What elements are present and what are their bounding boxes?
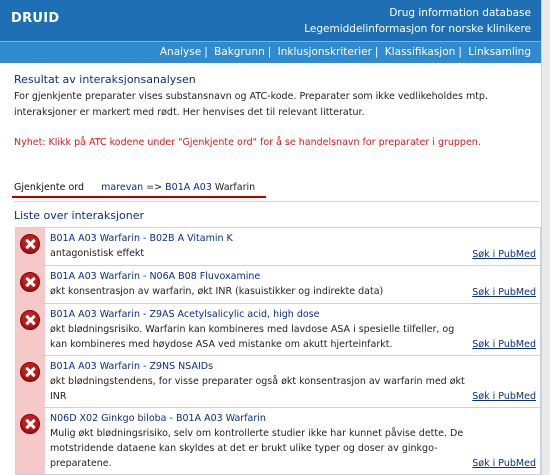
error-x-circle-icon xyxy=(20,272,40,292)
interaction-item: B01A A03 Warfarin - Z9AS Acetylsalicylic… xyxy=(15,304,541,356)
nav-separator: | xyxy=(204,46,208,58)
recognized-underline xyxy=(12,196,266,198)
intro-text: For gjenkjente preparater vises substans… xyxy=(14,91,488,118)
interaction-description: økt konsentrasjon av warfarin, økt INR (… xyxy=(50,286,384,297)
interaction-list: B01A A03 Warfarin - B02B A Vitamin K ant… xyxy=(15,227,541,475)
header-title-no: Legemiddelinformasjon for norske klinike… xyxy=(304,23,531,35)
interaction-header: B01A A03 Warfarin - B02B A Vitamin K xyxy=(50,233,233,244)
interaction-description: økt blødningstendens, for visse preparat… xyxy=(50,376,465,402)
error-x-circle-icon xyxy=(20,234,40,254)
header-title-en: Drug information database xyxy=(389,7,531,19)
news-notice: Nyhet: Klikk på ATC kodene under "Gjenkj… xyxy=(14,137,481,148)
error-x-circle-icon xyxy=(20,362,40,382)
nav-inklusjonskriterier[interactable]: Inklusjonskriterier xyxy=(278,46,372,58)
nav-separator: | xyxy=(267,46,272,58)
atc-code-link[interactable]: B01A A03 xyxy=(165,182,212,193)
druid-logo[interactable]: DRUID xyxy=(11,11,60,26)
severity-strip xyxy=(16,228,45,265)
interaction-description: antagonistisk effekt xyxy=(50,248,145,259)
error-x-circle-icon xyxy=(20,310,40,330)
page-title: Resultat av interaksjonsanalysen xyxy=(14,73,196,86)
interaction-header: B01A A03 Warfarin - Z9AS Acetylsalicylic… xyxy=(50,309,320,320)
interaction-item: B01A A03 Warfarin - N06A B08 Fluvoxamine… xyxy=(15,266,541,304)
error-x-circle-icon xyxy=(20,414,40,434)
severity-strip xyxy=(16,304,45,355)
divider xyxy=(14,201,539,202)
interaction-item: N06D X02 Ginkgo biloba - B01A A03 Warfar… xyxy=(15,408,541,475)
vertical-scrollbar[interactable] xyxy=(541,0,550,475)
interaction-description: økt blødningsrisiko. Warfarin kan kombin… xyxy=(50,324,455,350)
nav-klassifikasjon[interactable]: Klassifikasjon xyxy=(385,46,456,58)
recognized-words: Gjenkjente ord marevan => B01A A03 Warfa… xyxy=(14,182,534,193)
severity-strip xyxy=(16,266,45,303)
interaction-item: B01A A03 Warfarin - Z9NS NSAIDs økt blød… xyxy=(15,356,541,408)
recognized-term: marevan xyxy=(101,182,144,193)
nav-separator: | xyxy=(458,46,462,58)
pubmed-link[interactable]: Søk i PubMed xyxy=(472,249,536,261)
app-header: DRUID Drug information database Legemidd… xyxy=(0,0,541,41)
substance-name: Warfarin xyxy=(214,182,256,193)
nav-analyse[interactable]: Analyse xyxy=(160,46,201,58)
nav-separator: | xyxy=(374,46,379,58)
pubmed-link[interactable]: Søk i PubMed xyxy=(472,339,536,351)
interaction-header: N06D X02 Ginkgo biloba - B01A A03 Warfar… xyxy=(50,413,266,424)
pubmed-link[interactable]: Søk i PubMed xyxy=(472,287,536,299)
interaction-item: B01A A03 Warfarin - B02B A Vitamin K ant… xyxy=(15,227,541,266)
interaction-list-title: Liste over interaksjoner xyxy=(14,209,145,222)
nav-bakgrunn[interactable]: Bakgrunn xyxy=(214,46,265,58)
main-nav: Analyse | Bakgrunn | Inklusjonskriterier | … xyxy=(0,41,541,63)
pubmed-link[interactable]: Søk i PubMed xyxy=(472,391,536,403)
interaction-header: B01A A03 Warfarin - Z9NS NSAIDs xyxy=(50,361,214,372)
severity-strip xyxy=(16,408,45,474)
nav-linksamling[interactable]: Linksamling xyxy=(468,46,531,58)
recognized-words-label: Gjenkjente ord xyxy=(14,182,85,193)
arrow-symbol: => xyxy=(146,182,163,193)
interaction-header: B01A A03 Warfarin - N06A B08 Fluvoxamine xyxy=(50,271,261,282)
pubmed-link[interactable]: Søk i PubMed xyxy=(472,458,536,470)
severity-strip xyxy=(16,356,45,407)
interaction-description: Mulig økt blødningsrisiko, selv om kontr… xyxy=(50,428,464,469)
